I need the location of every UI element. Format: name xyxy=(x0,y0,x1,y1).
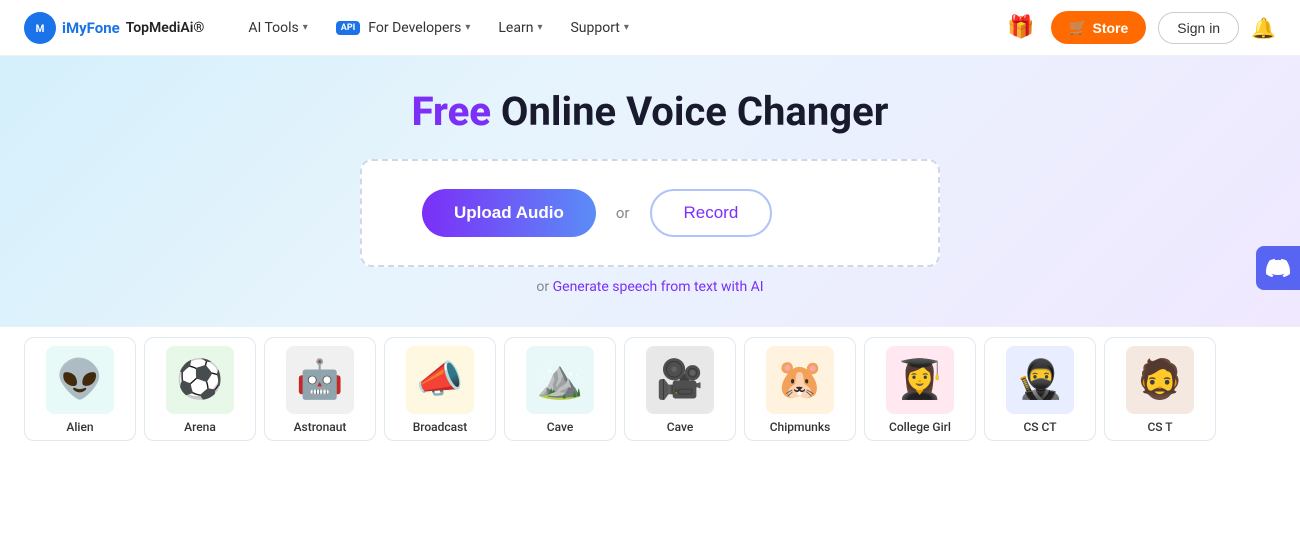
bell-icon[interactable]: 🔔 xyxy=(1251,16,1276,40)
arena-icon: ⚽ xyxy=(166,346,234,414)
voice-card-label: Astronaut xyxy=(294,420,347,434)
voice-card-label: Cave xyxy=(667,420,694,434)
voice-card-label: Cave xyxy=(547,420,574,434)
nav-learn-label: Learn xyxy=(498,20,533,36)
nav-ai-tools-label: AI Tools xyxy=(248,20,298,36)
store-button[interactable]: 🛒 Store xyxy=(1051,11,1146,44)
logo[interactable]: M iMyFone TopMediAi® xyxy=(24,12,204,44)
voice-card-cave1[interactable]: ⛰️ Cave xyxy=(504,337,616,441)
broadcast-icon: 📣 xyxy=(406,346,474,414)
alien-icon: 👽 xyxy=(46,346,114,414)
upload-audio-button[interactable]: Upload Audio xyxy=(422,189,596,237)
store-label: Store xyxy=(1092,20,1128,36)
page-title: Free Online Voice Changer xyxy=(412,88,889,135)
nav-for-developers-label: For Developers xyxy=(368,20,461,36)
voice-card-chipmunks[interactable]: 🐹 Chipmunks xyxy=(744,337,856,441)
voice-card-label: Alien xyxy=(66,420,93,434)
nav-ai-tools[interactable]: AI Tools ▾ xyxy=(236,14,319,42)
voice-card-csct[interactable]: 🥷 CS CT xyxy=(984,337,1096,441)
cst-icon: 🧔 xyxy=(1126,346,1194,414)
generate-speech-link[interactable]: Generate speech from text with AI xyxy=(553,279,764,295)
title-free-word: Free xyxy=(412,88,491,135)
voice-cards-container: 👽 Alien ⚽ Arena 🤖 Astronaut 📣 Broadcast ⛰️ Cave 🎥 C… xyxy=(0,327,1300,441)
cart-icon: 🛒 xyxy=(1069,19,1086,36)
api-badge: API xyxy=(336,21,360,35)
voice-card-college-girl[interactable]: 👩‍🎓 College Girl xyxy=(864,337,976,441)
voice-card-label: CS CT xyxy=(1023,420,1056,434)
voice-card-broadcast[interactable]: 📣 Broadcast xyxy=(384,337,496,441)
logo-badge: M xyxy=(24,12,56,44)
signin-button[interactable]: Sign in xyxy=(1158,12,1239,44)
voice-card-arena[interactable]: ⚽ Arena xyxy=(144,337,256,441)
brand-name: iMyFone xyxy=(62,19,120,37)
voice-card-cst[interactable]: 🧔 CS T xyxy=(1104,337,1216,441)
chevron-down-icon-4: ▾ xyxy=(624,22,629,33)
voice-card-label: Arena xyxy=(184,420,216,434)
cave2-icon: 🎥 xyxy=(646,346,714,414)
svg-text:M: M xyxy=(36,24,45,35)
or-separator: or xyxy=(616,204,630,222)
record-button[interactable]: Record xyxy=(650,189,773,237)
nav-links: AI Tools ▾ API For Developers ▾ Learn ▾ … xyxy=(236,14,1003,42)
voice-card-cave2[interactable]: 🎥 Cave xyxy=(624,337,736,441)
voice-card-label: Chipmunks xyxy=(770,420,831,434)
nav-right: 🎁 🛒 Store Sign in 🔔 xyxy=(1003,10,1276,46)
nav-for-developers[interactable]: API For Developers ▾ xyxy=(324,14,483,42)
chevron-down-icon-2: ▾ xyxy=(465,22,470,33)
college-girl-icon: 👩‍🎓 xyxy=(886,346,954,414)
voice-card-alien[interactable]: 👽 Alien xyxy=(24,337,136,441)
nav-support-label: Support xyxy=(570,20,619,36)
generate-link-area: or Generate speech from text with AI xyxy=(536,279,763,295)
product-name: TopMediAi® xyxy=(126,20,205,36)
chevron-down-icon: ▾ xyxy=(303,22,308,33)
voice-card-label: Broadcast xyxy=(413,420,468,434)
title-rest: Online Voice Changer xyxy=(491,88,888,135)
discord-button[interactable] xyxy=(1256,246,1300,290)
csct-icon: 🥷 xyxy=(1006,346,1074,414)
hero-section: Free Online Voice Changer Upload Audio o… xyxy=(0,56,1300,327)
chipmunks-icon: 🐹 xyxy=(766,346,834,414)
cave1-icon: ⛰️ xyxy=(526,346,594,414)
generate-prefix: or xyxy=(536,279,552,295)
gift-icon[interactable]: 🎁 xyxy=(1003,10,1039,46)
nav-learn[interactable]: Learn ▾ xyxy=(486,14,554,42)
astronaut-icon: 🤖 xyxy=(286,346,354,414)
nav-support[interactable]: Support ▾ xyxy=(558,14,640,42)
chevron-down-icon-3: ▾ xyxy=(537,22,542,33)
upload-box: Upload Audio or Record xyxy=(360,159,940,267)
navbar: M iMyFone TopMediAi® AI Tools ▾ API For … xyxy=(0,0,1300,56)
voice-card-label: College Girl xyxy=(889,420,951,434)
voice-card-astronaut[interactable]: 🤖 Astronaut xyxy=(264,337,376,441)
voice-card-label: CS T xyxy=(1147,420,1172,434)
